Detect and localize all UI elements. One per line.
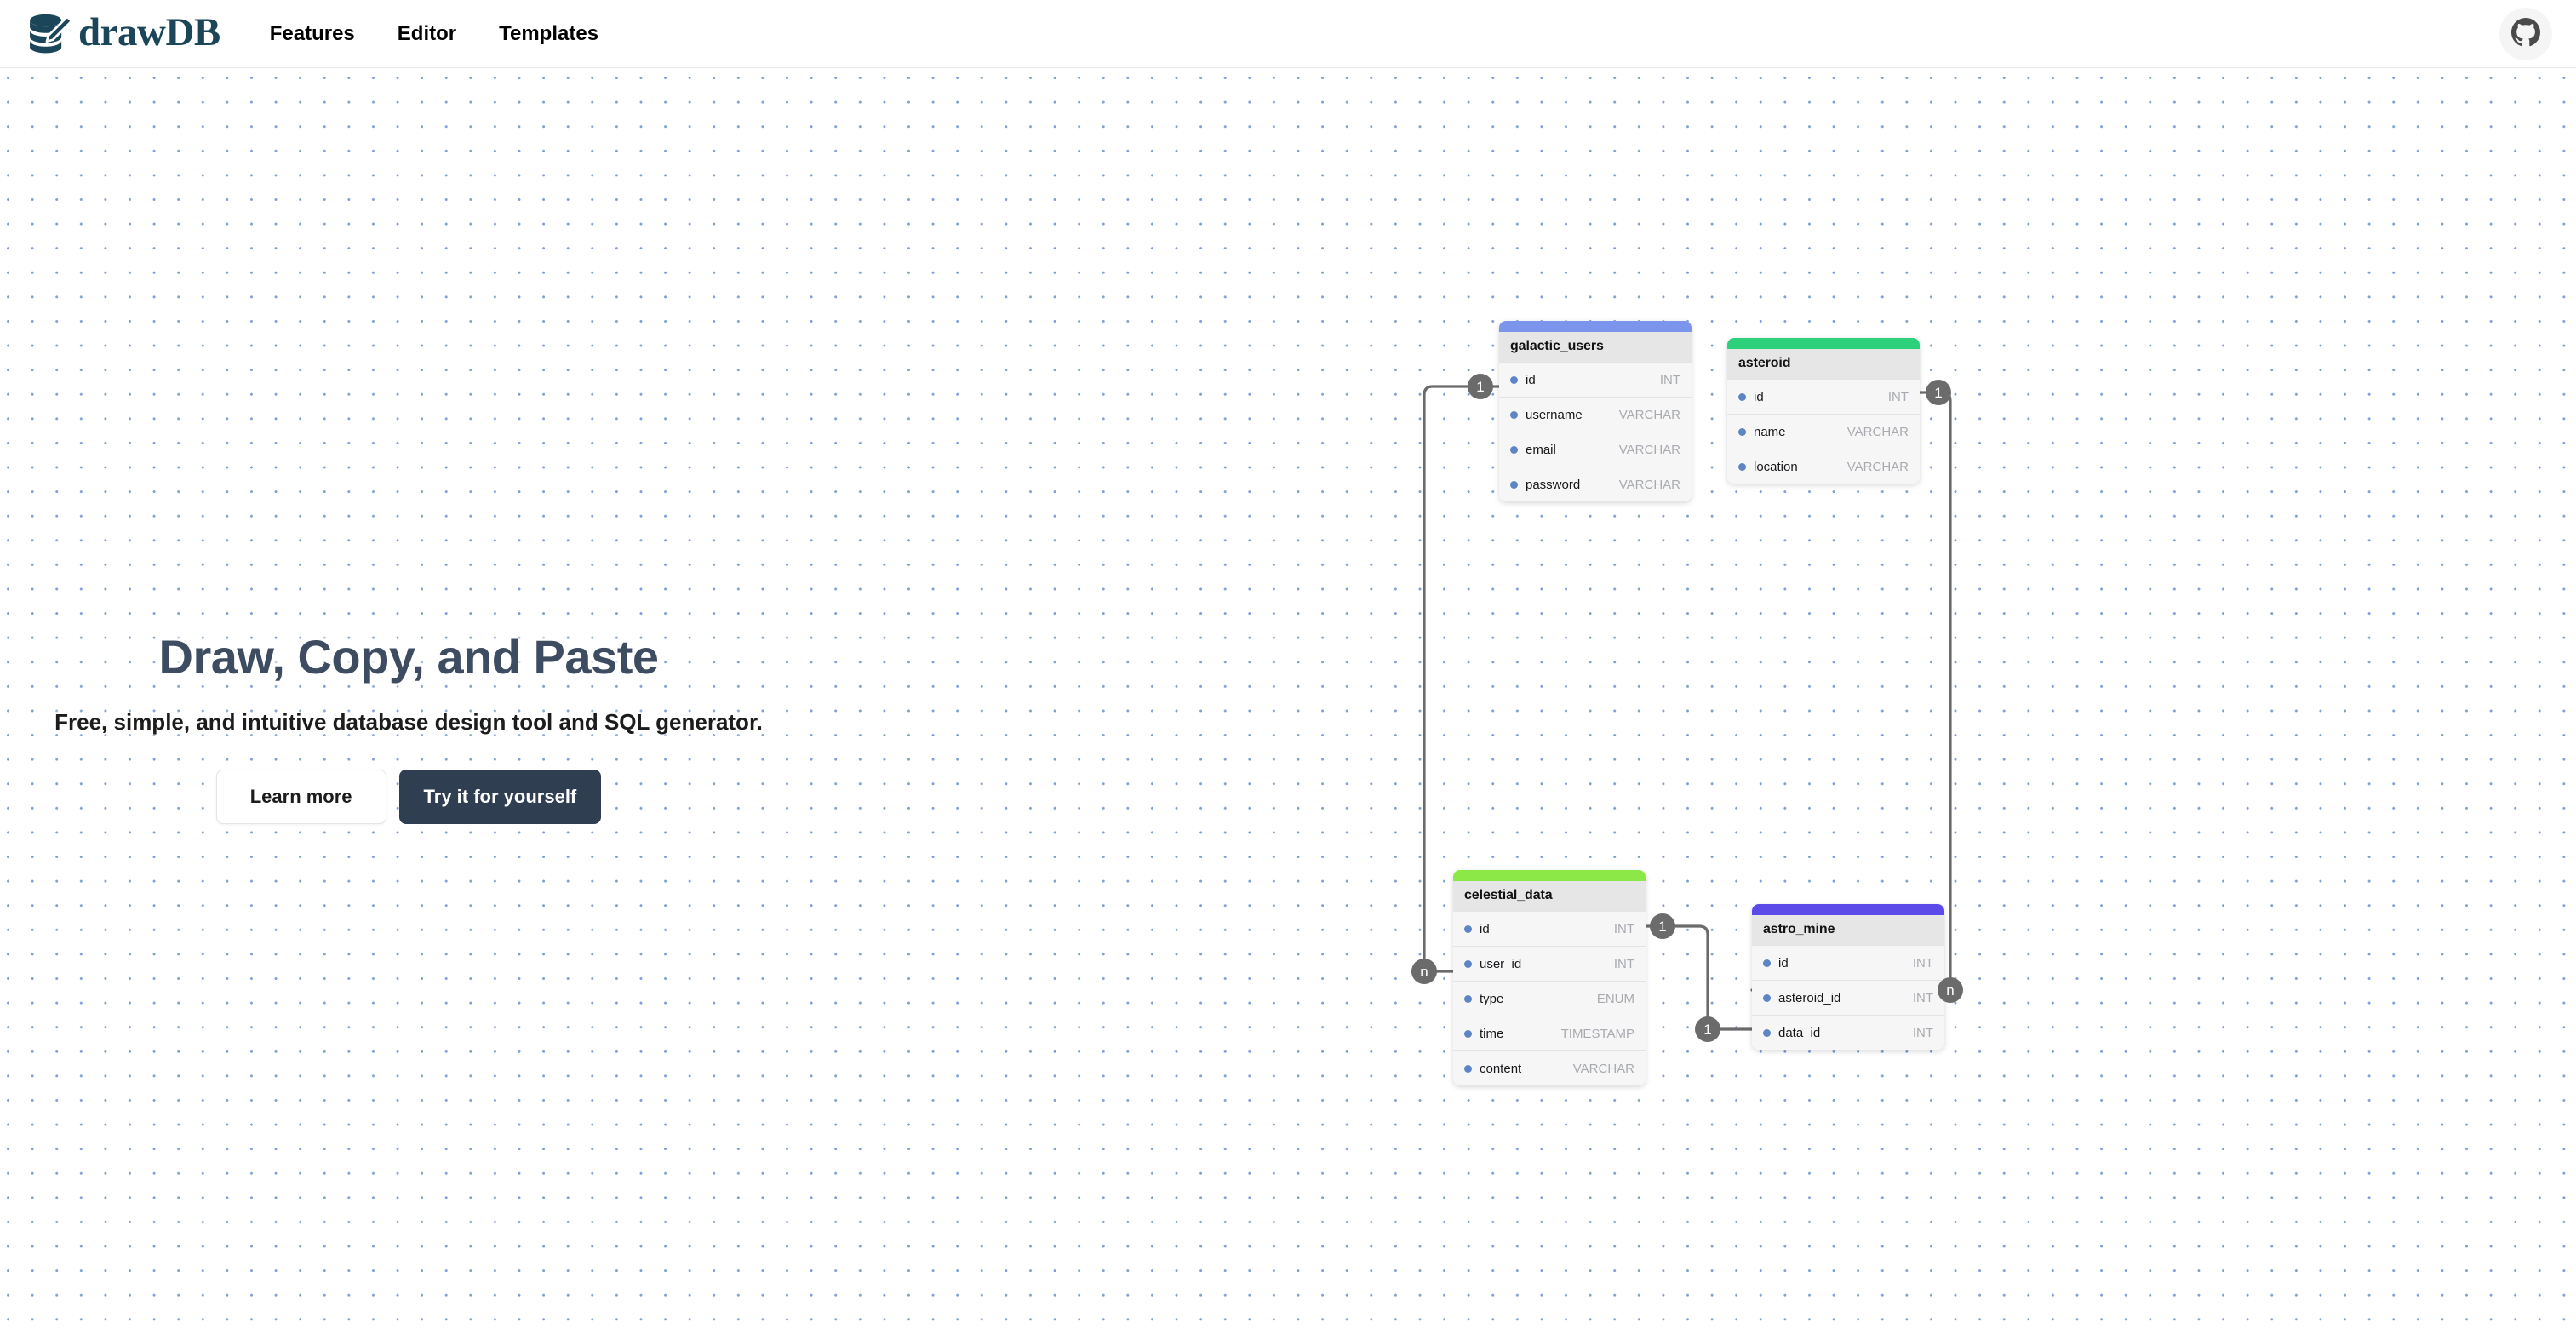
field-name: location — [1754, 459, 1798, 474]
hero-actions: Learn more Try it for yourself — [0, 769, 817, 824]
brand-home-link[interactable]: drawDB — [26, 11, 220, 57]
table-name: asteroid — [1727, 349, 1920, 379]
github-link-button[interactable] — [2499, 7, 2552, 60]
github-icon — [2511, 18, 2540, 49]
top-navbar: drawDB Features Editor Templates — [0, 0, 2576, 68]
field-type: VARCHAR — [1618, 477, 1680, 492]
field-type: VARCHAR — [1618, 442, 1680, 457]
cardinality-badge-users-id[interactable]: 1 — [1468, 374, 1493, 399]
cardinality-badge-data-userid[interactable]: n — [1411, 959, 1437, 984]
field-type: TIMESTAMP — [1560, 1026, 1634, 1041]
learn-more-button[interactable]: Learn more — [215, 769, 386, 824]
field-key-dot-icon — [1510, 375, 1518, 384]
field-name: user_id — [1480, 956, 1522, 971]
field-key-dot-icon — [1738, 462, 1746, 471]
field-name: id — [1526, 372, 1536, 387]
database-pencil-logo — [26, 11, 73, 57]
table-card-asteroid[interactable]: asteroid id INT name VARCHAR location VA… — [1727, 338, 1920, 484]
field-name: time — [1480, 1026, 1504, 1041]
table-accent-bar — [1453, 870, 1646, 881]
table-name: astro_mine — [1752, 915, 1944, 945]
field-name: data_id — [1778, 1025, 1821, 1040]
field-key-dot-icon — [1510, 410, 1518, 419]
field-key-dot-icon — [1464, 924, 1472, 933]
field-type: INT — [1887, 389, 1909, 404]
field-key-dot-icon — [1510, 445, 1518, 454]
table-row[interactable]: asteroid_id INT — [1752, 980, 1944, 1015]
table-row[interactable]: location VARCHAR — [1727, 449, 1920, 484]
table-row[interactable]: data_id INT — [1752, 1015, 1944, 1050]
field-name: password — [1526, 477, 1581, 492]
field-key-dot-icon — [1464, 994, 1472, 1003]
field-type: INT — [1912, 990, 1933, 1005]
table-row[interactable]: username VARCHAR — [1499, 397, 1692, 432]
main-nav: Features Editor Templates — [270, 23, 598, 44]
table-row[interactable]: id INT — [1453, 911, 1646, 946]
table-name: galactic_users — [1499, 332, 1692, 362]
field-name: content — [1480, 1061, 1522, 1076]
field-type: VARCHAR — [1846, 424, 1909, 439]
field-key-dot-icon — [1763, 993, 1771, 1002]
table-row[interactable]: name VARCHAR — [1727, 414, 1920, 449]
table-row[interactable]: id INT — [1727, 379, 1920, 414]
table-name: celestial_data — [1453, 881, 1646, 911]
try-it-button[interactable]: Try it for yourself — [398, 769, 602, 824]
table-row[interactable]: email VARCHAR — [1499, 432, 1692, 467]
field-key-dot-icon — [1763, 959, 1771, 967]
field-key-dot-icon — [1510, 480, 1518, 489]
field-key-dot-icon — [1464, 1029, 1472, 1038]
field-key-dot-icon — [1738, 392, 1746, 401]
field-name: type — [1480, 991, 1504, 1006]
table-card-galactic-users[interactable]: galactic_users id INT username VARCHAR e… — [1499, 321, 1692, 501]
table-accent-bar — [1499, 321, 1692, 332]
table-accent-bar — [1752, 904, 1944, 915]
nav-link-templates[interactable]: Templates — [499, 23, 598, 44]
table-row[interactable]: id INT — [1499, 362, 1692, 397]
cardinality-badge-asteroid-id[interactable]: 1 — [1926, 380, 1951, 405]
field-type: ENUM — [1596, 991, 1634, 1006]
field-type: INT — [1659, 372, 1680, 387]
field-type: VARCHAR — [1846, 459, 1909, 474]
nav-link-features[interactable]: Features — [270, 23, 355, 44]
field-name: id — [1480, 921, 1490, 936]
field-type: INT — [1613, 956, 1634, 971]
cardinality-badge-mine-dataid[interactable]: 1 — [1695, 1016, 1720, 1042]
field-type: VARCHAR — [1618, 407, 1680, 422]
field-key-dot-icon — [1763, 1028, 1771, 1037]
table-row[interactable]: type ENUM — [1453, 981, 1646, 1016]
cardinality-badge-data-id[interactable]: 1 — [1650, 913, 1675, 939]
table-row[interactable]: id INT — [1752, 945, 1944, 980]
navbar-right-actions — [2499, 7, 2552, 60]
field-name: email — [1526, 442, 1556, 457]
relationship-path-data-mine — [1644, 924, 1754, 1031]
nav-link-editor[interactable]: Editor — [398, 23, 456, 44]
table-row[interactable]: content VARCHAR — [1453, 1050, 1646, 1085]
table-row[interactable]: time TIMESTAMP — [1453, 1016, 1646, 1050]
table-card-astro-mine[interactable]: astro_mine id INT asteroid_id INT data_i… — [1752, 904, 1944, 1050]
canvas-background: Draw, Copy, and Paste Free, simple, and … — [0, 69, 2576, 1328]
field-type: INT — [1613, 921, 1634, 936]
field-name: id — [1778, 955, 1789, 970]
page-title: Draw, Copy, and Paste — [158, 630, 660, 684]
cardinality-badge-mine-asteroidid[interactable]: n — [1938, 977, 1963, 1003]
field-type: INT — [1912, 1025, 1933, 1040]
table-row[interactable]: user_id INT — [1453, 946, 1646, 981]
hero-subtitle: Free, simple, and intuitive database des… — [54, 708, 763, 735]
field-type: VARCHAR — [1572, 1061, 1634, 1076]
field-key-dot-icon — [1464, 1064, 1472, 1073]
field-name: name — [1754, 424, 1786, 439]
field-name: id — [1754, 389, 1764, 404]
field-key-dot-icon — [1738, 427, 1746, 436]
field-name: username — [1526, 407, 1583, 422]
brand-name: drawDB — [78, 9, 220, 54]
table-row[interactable]: password VARCHAR — [1499, 467, 1692, 501]
table-accent-bar — [1727, 338, 1920, 349]
field-key-dot-icon — [1464, 959, 1472, 968]
field-name: asteroid_id — [1778, 990, 1841, 1005]
field-type: INT — [1912, 955, 1933, 970]
hero-section: Draw, Copy, and Paste Free, simple, and … — [0, 631, 817, 824]
table-card-celestial-data[interactable]: celestial_data id INT user_id INT type E… — [1453, 870, 1646, 1085]
